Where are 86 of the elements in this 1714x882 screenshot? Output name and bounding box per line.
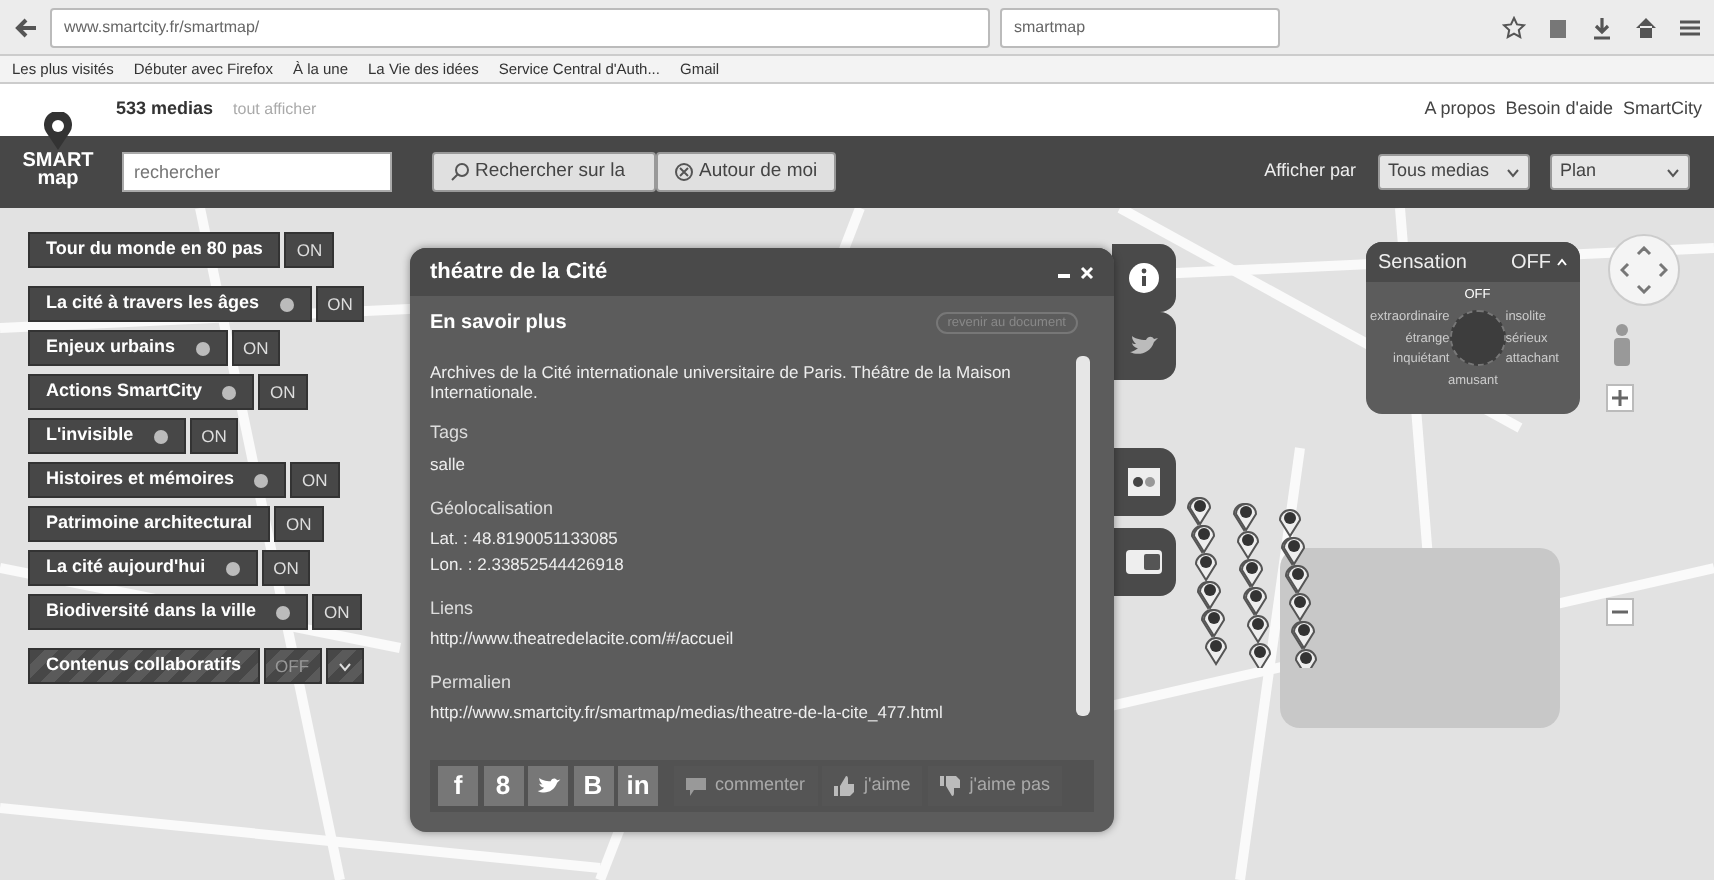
plus-icon: [1612, 390, 1628, 406]
share-button[interactable]: 8: [483, 766, 523, 806]
target-icon: [674, 162, 694, 182]
map-pin-icon: [42, 112, 74, 152]
caret-icon: [1666, 167, 1680, 177]
bird-icon: [535, 776, 561, 796]
dropdown-button[interactable]: [325, 648, 364, 684]
layer-toggle[interactable]: ON: [312, 594, 362, 630]
layer-item[interactable]: La cité à travers les âges: [28, 286, 312, 322]
map-type-select[interactable]: Plan: [1550, 154, 1690, 190]
layer-item[interactable]: Tour du monde en 80 pas: [28, 232, 281, 268]
sensation-toggle[interactable]: OFF: [1511, 247, 1568, 277]
video-icon: [1126, 550, 1162, 574]
side-tab[interactable]: [1112, 244, 1176, 312]
field-value: salle: [430, 451, 467, 478]
pan-control[interactable]: [1608, 234, 1680, 306]
flickr-icon: [1128, 468, 1160, 496]
arrows-icon: [1620, 246, 1668, 294]
thumbs-down-icon: [939, 776, 960, 796]
bird-icon: [1128, 334, 1160, 358]
share-button[interactable]: [528, 766, 568, 806]
address-bar[interactable]: www.smartcity.fr/smartmap/: [50, 7, 990, 47]
field-value: Lat. : 48.8190051133085: [430, 526, 620, 552]
search-button[interactable]: Rechercher sur la: [432, 152, 656, 192]
star-icon[interactable]: [1502, 15, 1526, 39]
browser-search-field[interactable]: smartmap: [1000, 7, 1280, 47]
popup-title: théatre de la Cité: [430, 257, 608, 288]
caret-icon: [337, 661, 352, 671]
nearby-button[interactable]: Autour de moi: [656, 152, 836, 192]
scrollbar-thumb[interactable]: [1076, 356, 1090, 716]
search-field[interactable]: rechercher: [122, 152, 392, 192]
side-tab[interactable]: [1112, 528, 1176, 596]
header-link[interactable]: A propos: [1424, 96, 1496, 124]
display-label: Afficher par: [1264, 158, 1356, 185]
field-value: http://www.theatredelacite.com/#/accueil: [430, 626, 736, 652]
media-count: 533 medias: [116, 96, 214, 123]
back-icon[interactable]: [12, 13, 40, 41]
side-tab[interactable]: [1112, 312, 1176, 380]
layer-item[interactable]: Actions SmartCity: [28, 374, 255, 410]
layer-toggle[interactable]: ON: [274, 506, 324, 542]
share-button[interactable]: in: [618, 766, 658, 806]
layer-toggle[interactable]: ON: [189, 418, 239, 454]
layer-toggle[interactable]: ON: [258, 374, 308, 410]
info-icon: [1128, 262, 1160, 294]
menu-icon[interactable]: [1678, 15, 1702, 39]
field-label: Géolocalisation: [430, 495, 556, 522]
field-label: Permalien: [430, 669, 514, 696]
media-select[interactable]: Tous medias: [1378, 154, 1530, 190]
field-value: http://www.smartcity.fr/smartmap/medias/theatre-de-la-cite_477.html: [430, 700, 945, 727]
field-label: Liens: [430, 595, 476, 622]
layer-toggle[interactable]: ON: [231, 330, 281, 366]
header-link[interactable]: Besoin d'aide: [1505, 96, 1613, 124]
caret-icon: [1506, 167, 1520, 177]
thumbs-up-icon: [834, 776, 855, 796]
clipboard-icon[interactable]: [1546, 15, 1570, 39]
layer-toggle[interactable]: ON: [261, 550, 311, 586]
layer-item[interactable]: Contenus collaboratifs: [28, 648, 260, 684]
logo-text: SMART map: [22, 152, 94, 188]
home-icon[interactable]: [1634, 15, 1658, 39]
layer-item[interactable]: Patrimoine architectural: [28, 506, 271, 542]
zoom-in-button[interactable]: [1606, 384, 1634, 412]
speech-bubble-icon: [685, 777, 705, 795]
close-icon[interactable]: [1080, 265, 1094, 279]
caret-icon: [1556, 258, 1568, 266]
sensation-dial[interactable]: [1449, 310, 1506, 367]
layer-toggle[interactable]: ON: [284, 232, 335, 268]
search-icon: [450, 162, 470, 182]
download-icon[interactable]: [1590, 15, 1614, 39]
layer-item[interactable]: Biodiversité dans la ville: [28, 594, 309, 630]
field-value: Lon. : 2.33852544426918: [430, 551, 626, 578]
section-heading: En savoir plus: [430, 310, 567, 338]
zoom-out-button[interactable]: [1606, 598, 1634, 626]
side-tab[interactable]: [1112, 448, 1176, 516]
layer-toggle[interactable]: ON: [315, 286, 365, 322]
layer-item[interactable]: La cité aujourd'hui: [28, 550, 258, 586]
layer-toggle[interactable]: ON: [290, 462, 340, 498]
layer-item[interactable]: Histoires et mémoires: [28, 462, 287, 498]
description-text: Archives de la Cité internationale universitaire de Paris. Théâtre de la Maison Internationale.: [430, 362, 1013, 403]
layer-item[interactable]: L'invisible: [28, 418, 186, 454]
share-button[interactable]: f: [438, 766, 478, 806]
layer-item[interactable]: Enjeux urbains: [28, 330, 228, 366]
field-label: Tags: [430, 420, 471, 447]
header-link[interactable]: SmartCity: [1622, 96, 1702, 124]
share-button[interactable]: B: [573, 766, 613, 806]
minus-icon: [1612, 610, 1628, 614]
panel-title: Sensation: [1378, 249, 1467, 277]
